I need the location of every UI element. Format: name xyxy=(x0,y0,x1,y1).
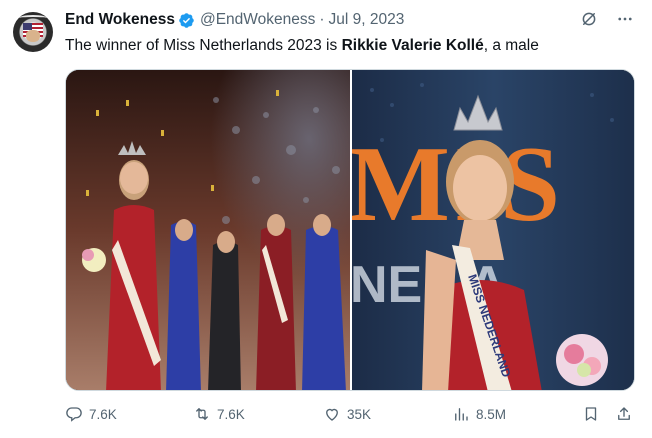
photo-crowned-winner[interactable]: MIS NE LA MISS NEDERLAND xyxy=(352,70,634,390)
reply-button[interactable]: 7.6K xyxy=(65,405,117,423)
handle[interactable]: @EndWokeness xyxy=(200,11,315,29)
share-icon xyxy=(618,407,630,420)
views-button[interactable]: 8.5M xyxy=(452,405,506,423)
like-icon xyxy=(326,408,338,421)
retweet-icon xyxy=(196,408,208,420)
tweet-text-bold: Rikkie Valerie Kollé xyxy=(341,37,484,54)
media-grid: MIS NE LA MISS NEDERLAND xyxy=(65,69,635,391)
like-button[interactable]: 35K xyxy=(323,405,371,423)
retweet-button[interactable]: 7.6K xyxy=(193,405,245,423)
tweet-header: End Wokeness @EndWokeness · Jul 9, 2023 xyxy=(65,10,404,30)
tweet-text-prefix: The winner of Miss Netherlands 2023 is xyxy=(65,37,342,54)
views-count: 8.5M xyxy=(476,406,507,422)
reply-icon xyxy=(66,407,82,422)
share-button[interactable] xyxy=(615,405,633,423)
action-bar: 7.6K 7.6K 35K 8.5M xyxy=(65,403,635,425)
avatar-logo-ring xyxy=(19,15,47,21)
retweet-count: 7.6K xyxy=(217,406,245,422)
avatar-figure xyxy=(26,30,40,42)
like-count: 35K xyxy=(347,406,372,422)
bookmark-button[interactable] xyxy=(582,405,600,423)
tweet-text-suffix: , a male xyxy=(483,37,539,54)
photo-stage-ceremony[interactable] xyxy=(66,70,350,390)
views-icon xyxy=(455,408,468,421)
more-icon[interactable] xyxy=(616,10,634,28)
tweet-date[interactable]: Jul 9, 2023 xyxy=(329,11,405,29)
header-actions xyxy=(580,10,634,28)
tweet[interactable]: End Wokeness @EndWokeness · Jul 9, 2023 … xyxy=(0,0,652,438)
tweet-text: The winner of Miss Netherlands 2023 is R… xyxy=(65,36,539,56)
verified-icon xyxy=(179,12,194,28)
grok-icon[interactable] xyxy=(580,10,598,28)
winner-scene: MIS NE LA MISS NEDERLAND xyxy=(352,70,634,390)
bookmark-icon xyxy=(585,407,597,421)
separator-dot: · xyxy=(319,11,325,28)
display-name[interactable]: End Wokeness xyxy=(65,11,175,29)
avatar[interactable] xyxy=(13,12,53,52)
reply-count: 7.6K xyxy=(89,406,117,422)
stage-scene xyxy=(66,70,350,390)
